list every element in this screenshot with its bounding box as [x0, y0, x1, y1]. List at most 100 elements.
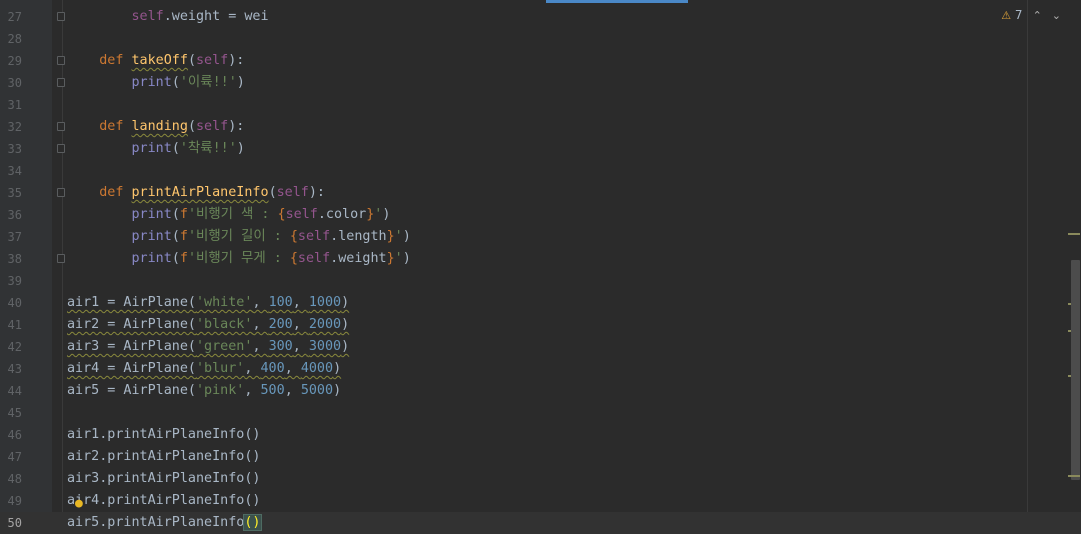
code-line[interactable]: 46 air1.printAirPlaneInfo(): [0, 424, 1081, 446]
code-token: 'black': [196, 317, 253, 332]
code-token: 'pink': [196, 383, 245, 398]
line-number: 45: [7, 406, 22, 420]
code-line[interactable]: 28: [0, 28, 1081, 50]
code-line[interactable]: 42 air3 = AirPlane('green', 300, 3000): [0, 336, 1081, 358]
code-line[interactable]: 49 air4.printAirPlaneInfo() ●: [0, 490, 1081, 512]
fold-toggle-icon[interactable]: [57, 12, 65, 21]
code-token: ,: [284, 361, 301, 376]
code-line[interactable]: 36 print(f'비행기 색 : {self.color}'): [0, 204, 1081, 226]
line-number: 47: [7, 450, 22, 464]
code-line[interactable]: 30 print('이륙!!'): [0, 72, 1081, 94]
code-line[interactable]: 38 print(f'비행기 무게 : {self.weight}'): [0, 248, 1081, 270]
code-text: def printAirPlaneInfo(self):: [67, 182, 325, 204]
previous-highlight-icon[interactable]: ⌃: [1033, 9, 1042, 22]
scrollbar-thumb[interactable]: [1071, 260, 1080, 480]
vertical-scrollbar[interactable]: [1067, 0, 1081, 534]
code-text: print('이륙!!'): [67, 72, 245, 94]
code-token: '비행기 길이 :: [187, 229, 290, 244]
code-line[interactable]: 31: [0, 94, 1081, 116]
fold-toggle-icon[interactable]: [57, 188, 65, 197]
code-line[interactable]: 45: [0, 402, 1081, 424]
code-token: f: [179, 229, 188, 244]
code-token: ,: [292, 339, 309, 354]
code-line[interactable]: 37 print(f'비행기 길이 : {self.length}'): [0, 226, 1081, 248]
line-number: 41: [7, 318, 22, 332]
code-token: ): [382, 207, 391, 222]
inspection-summary[interactable]: ⚠ 7: [1001, 8, 1022, 22]
code-line[interactable]: 33 print('착륙!!'): [0, 138, 1081, 160]
code-token: takeOff: [131, 53, 188, 68]
code-token: (: [171, 207, 180, 222]
code-token: air2 = AirPlane(: [67, 317, 196, 332]
code-line[interactable]: 34: [0, 160, 1081, 182]
code-line[interactable]: 35 def printAirPlaneInfo(self):: [0, 182, 1081, 204]
code-token: ):: [228, 119, 245, 134]
code-token: '착륙!!': [179, 141, 237, 156]
error-stripe-marker[interactable]: [1068, 233, 1080, 235]
code-token: 300: [268, 339, 293, 354]
line-number: 32: [7, 120, 22, 134]
line-number: 35: [7, 186, 22, 200]
line-number: 37: [7, 230, 22, 244]
code-token: air3 = AirPlane(: [67, 339, 196, 354]
code-token: 'white': [196, 295, 253, 310]
code-line[interactable]: 29 def takeOff(self):: [0, 50, 1081, 72]
code-token: '이륙!!': [179, 75, 237, 90]
code-token: .length: [330, 229, 387, 244]
code-line[interactable]: 27 self.weight = wei: [0, 6, 1081, 28]
code-token: 100: [268, 295, 293, 310]
fold-toggle-icon[interactable]: [57, 144, 65, 153]
code-token: ,: [244, 361, 261, 376]
code-line[interactable]: 47 air2.printAirPlaneInfo(): [0, 446, 1081, 468]
code-token: self: [297, 251, 331, 266]
code-line[interactable]: 43 air4 = AirPlane('blur', 400, 4000): [0, 358, 1081, 380]
code-line[interactable]: 39: [0, 270, 1081, 292]
code-token: 400: [260, 361, 285, 376]
line-number: 30: [7, 76, 22, 90]
code-token: {: [277, 207, 286, 222]
code-line[interactable]: 32 def landing(self):: [0, 116, 1081, 138]
inspection-widget[interactable]: ⚠ 7 ⌃ ⌄: [1001, 8, 1061, 22]
code-token: 5000: [300, 383, 334, 398]
line-number: 46: [7, 428, 22, 442]
code-token: ,: [244, 383, 261, 398]
code-token: .weight: [330, 251, 387, 266]
line-number: 33: [7, 142, 22, 156]
error-stripe-marker[interactable]: [1068, 475, 1080, 477]
code-text: print(f'비행기 색 : {self.color}'): [67, 204, 391, 226]
code-token: '비행기 무게 :: [187, 251, 290, 266]
fold-toggle-icon[interactable]: [57, 122, 65, 131]
code-editor[interactable]: 27 self.weight = wei 28 29 def takeOff(sel…: [0, 6, 1081, 534]
fold-toggle-icon[interactable]: [57, 56, 65, 65]
code-line[interactable]: 40 air1 = AirPlane('white', 100, 1000): [0, 292, 1081, 314]
code-line[interactable]: 48 air3.printAirPlaneInfo(): [0, 468, 1081, 490]
code-line[interactable]: 50 air5.printAirPlaneInfo(): [0, 512, 1081, 534]
code-token: def: [99, 53, 132, 68]
code-text: air1 = AirPlane('white', 100, 1000): [67, 292, 349, 314]
code-token: ): [341, 295, 350, 310]
code-token: {: [289, 229, 298, 244]
code-line[interactable]: 41 air2 = AirPlane('black', 200, 2000): [0, 314, 1081, 336]
line-number: 42: [7, 340, 22, 354]
code-token: .color: [317, 207, 367, 222]
code-token: (: [171, 75, 180, 90]
code-text: air4 = AirPlane('blur', 400, 4000): [67, 358, 341, 380]
code-token: ): [333, 383, 342, 398]
fold-toggle-icon[interactable]: [57, 254, 65, 263]
code-token: ,: [292, 317, 309, 332]
code-token: ): [236, 75, 245, 90]
code-token: 'blur': [196, 361, 245, 376]
code-token: ):: [228, 53, 245, 68]
next-highlight-icon[interactable]: ⌄: [1052, 9, 1061, 22]
code-token: f: [179, 207, 188, 222]
code-token: self: [285, 207, 318, 222]
code-line[interactable]: 44 air5 = AirPlane('pink', 500, 5000): [0, 380, 1081, 402]
code-token: self: [276, 185, 309, 200]
code-text: air2 = AirPlane('black', 200, 2000): [67, 314, 349, 336]
code-token: print: [131, 75, 172, 90]
code-token: air1.printAirPlaneInfo(): [67, 427, 261, 442]
fold-toggle-icon[interactable]: [57, 78, 65, 87]
